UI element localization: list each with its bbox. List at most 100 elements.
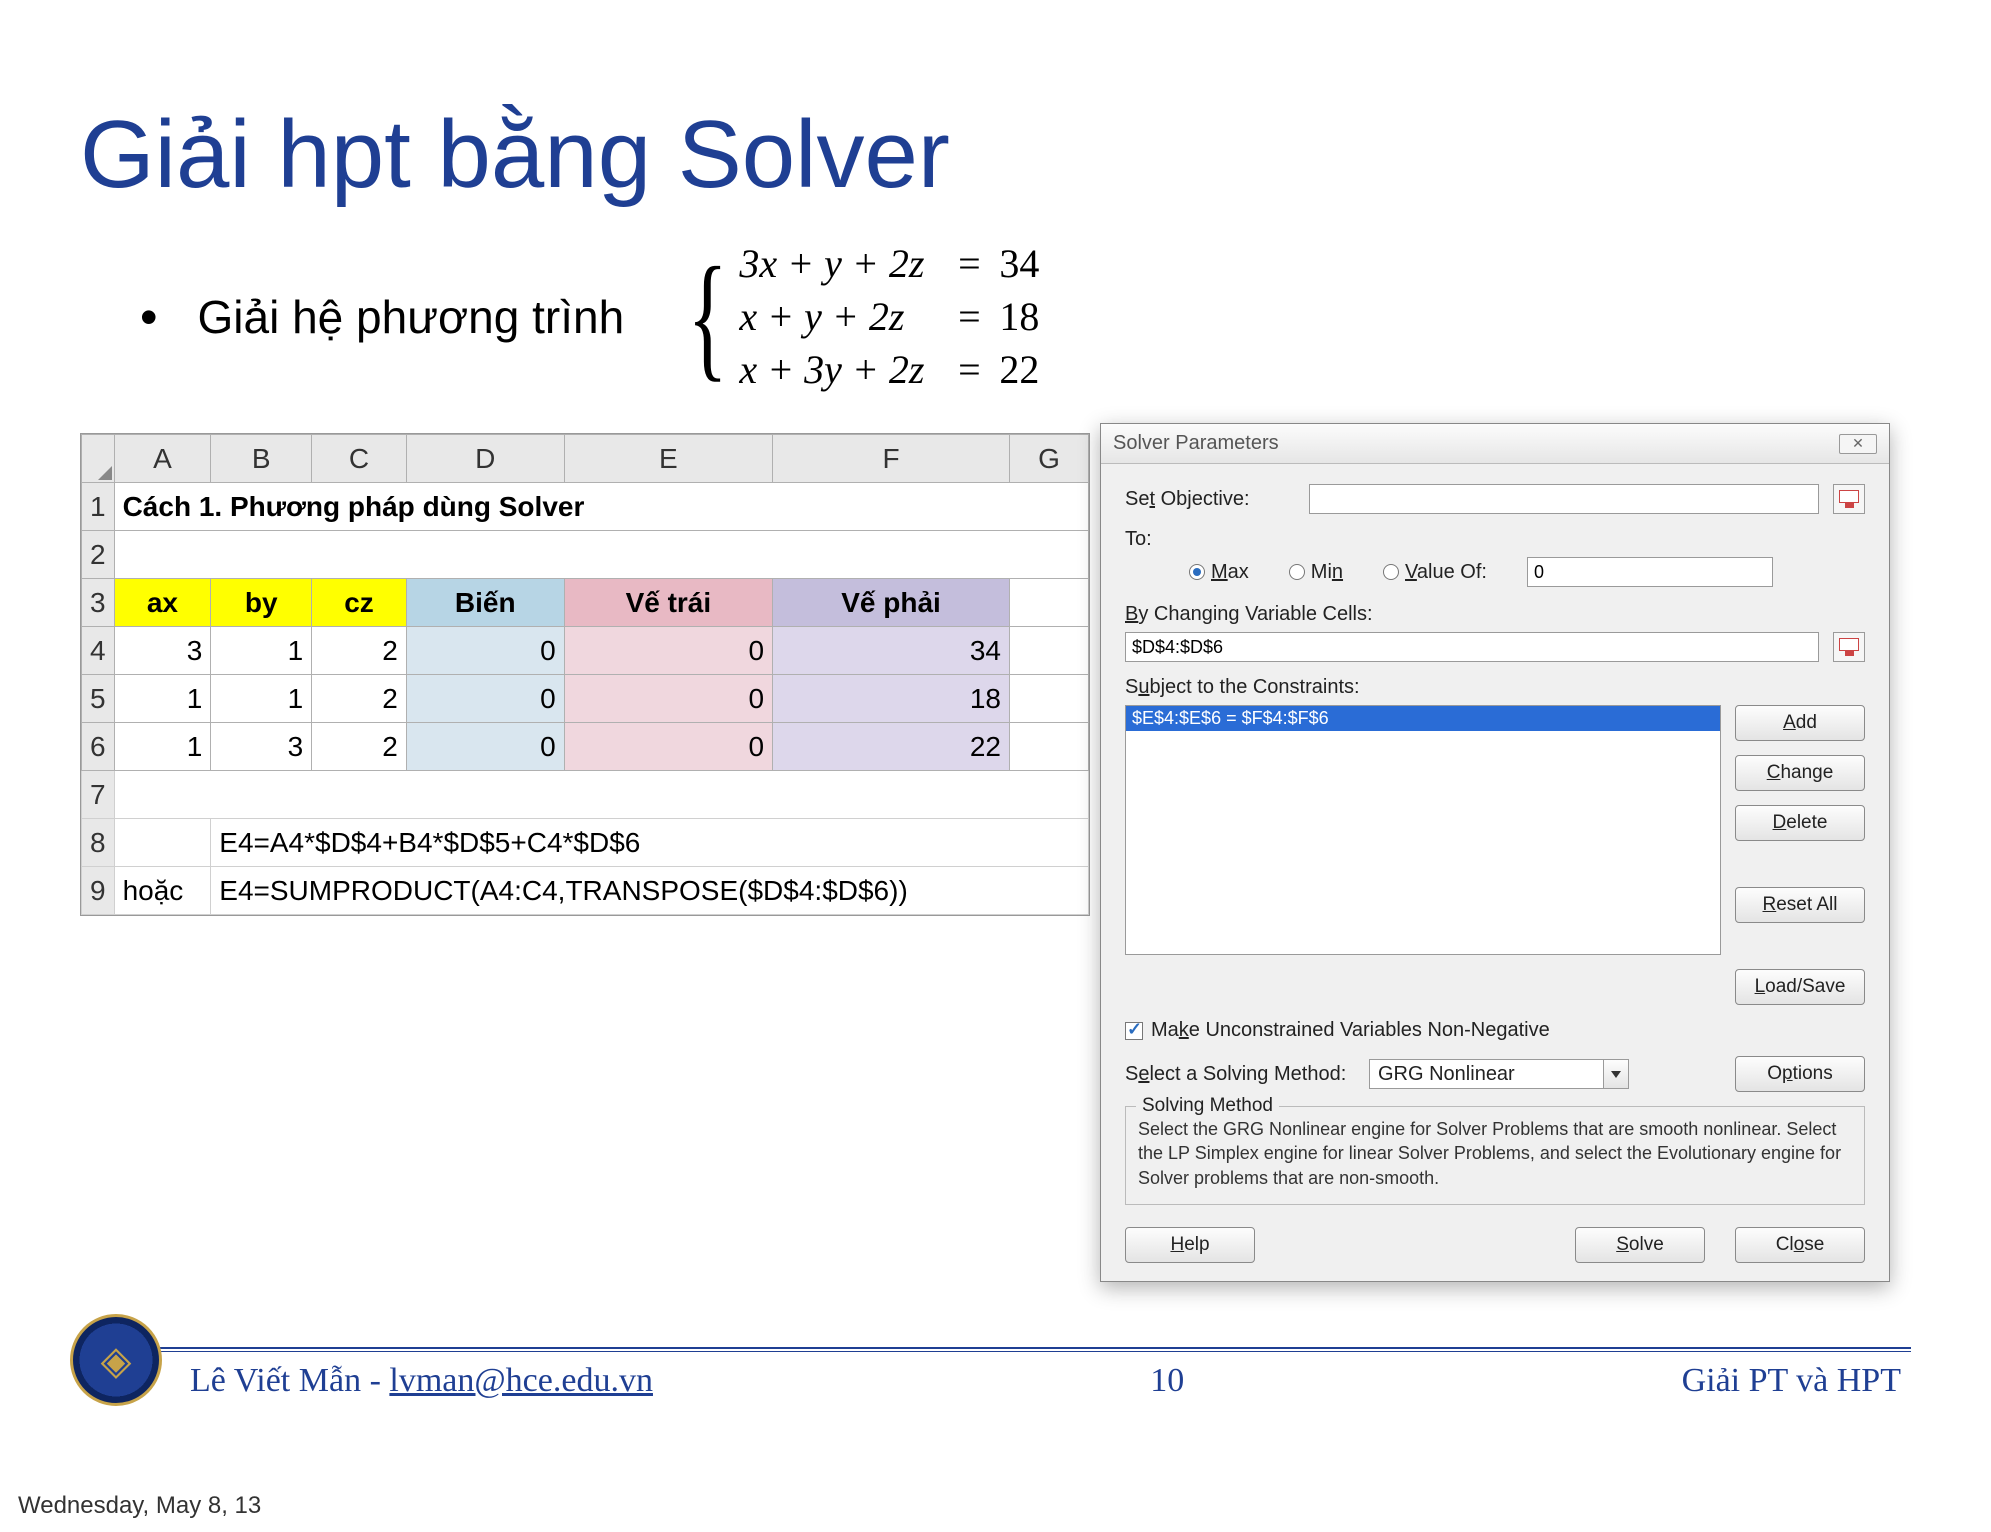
equation-line: 3x + y + 2z=34 <box>739 240 1059 287</box>
set-objective-input[interactable] <box>1309 484 1819 514</box>
header-bien[interactable]: Biến <box>406 579 564 627</box>
col-header[interactable]: E <box>564 435 772 483</box>
cell[interactable] <box>114 771 1088 819</box>
cell[interactable] <box>1010 579 1089 627</box>
range-select-icon[interactable] <box>1833 484 1865 514</box>
cell[interactable]: 1 <box>114 723 211 771</box>
to-label: To: <box>1125 528 1175 551</box>
radio-icon <box>1289 564 1305 580</box>
cell[interactable]: 2 <box>312 675 407 723</box>
nonneg-checkbox[interactable] <box>1125 1022 1143 1040</box>
load-save-button[interactable]: Load/Save <box>1735 969 1865 1005</box>
footer-right: Giải PT và HPT <box>1682 1362 1901 1400</box>
footer-email-link[interactable]: lvman@hce.edu.vn <box>389 1362 653 1399</box>
bullet-dot: • <box>140 288 158 346</box>
cell[interactable]: 2 <box>312 627 407 675</box>
cell[interactable]: 1 <box>211 675 312 723</box>
by-changing-label: By Changing Variable Cells: <box>1125 603 1865 626</box>
row-header[interactable]: 9 <box>82 867 115 915</box>
row-header[interactable]: 2 <box>82 531 115 579</box>
cell[interactable]: 1 <box>211 627 312 675</box>
cell[interactable] <box>1010 675 1089 723</box>
constraints-listbox[interactable]: $E$4:$E$6 = $F$4:$F$6 <box>1125 705 1721 955</box>
radio-valueof-label: Value Of: <box>1405 561 1487 584</box>
row-header[interactable]: 6 <box>82 723 115 771</box>
header-by[interactable]: by <box>211 579 312 627</box>
delete-button[interactable]: Delete <box>1735 805 1865 841</box>
formula-cell[interactable]: E4=A4*$D$4+B4*$D$5+C4*$D$6 <box>211 819 1089 867</box>
header-cz[interactable]: cz <box>312 579 407 627</box>
row-header[interactable]: 8 <box>82 819 115 867</box>
formula-cell[interactable]: E4=SUMPRODUCT(A4:C4,TRANSPOSE($D$4:$D$6)… <box>211 867 1089 915</box>
cell[interactable]: 0 <box>564 627 772 675</box>
constraint-item[interactable]: $E$4:$E$6 = $F$4:$F$6 <box>1126 706 1720 731</box>
close-icon[interactable]: ✕ <box>1839 434 1877 454</box>
col-header[interactable]: G <box>1010 435 1089 483</box>
slide-footer: ◈ Lê Viết Mẫn - lvman@hce.edu.vn 10 Giải… <box>80 1347 1911 1400</box>
radio-min-label: Min <box>1311 561 1343 584</box>
row-header[interactable]: 7 <box>82 771 115 819</box>
close-button[interactable]: Close <box>1735 1227 1865 1263</box>
radio-max[interactable]: Max <box>1189 561 1249 584</box>
cell[interactable]: 0 <box>406 723 564 771</box>
range-select-icon[interactable] <box>1833 632 1865 662</box>
cell[interactable]: Cách 1. Phương pháp dùng Solver <box>114 483 1088 531</box>
cell[interactable]: 0 <box>564 723 772 771</box>
select-method-label: Select a Solving Method: <box>1125 1063 1355 1086</box>
nonneg-label: Make Unconstrained Variables Non-Negativ… <box>1151 1019 1550 1042</box>
select-all-cell[interactable] <box>82 435 115 483</box>
cell[interactable]: 0 <box>406 675 564 723</box>
cell[interactable]: 1 <box>114 675 211 723</box>
col-header[interactable]: A <box>114 435 211 483</box>
solving-method-fieldset: Solving Method Select the GRG Nonlinear … <box>1125 1106 1865 1205</box>
cell[interactable]: 2 <box>312 723 407 771</box>
by-changing-input[interactable] <box>1125 632 1819 662</box>
cell[interactable]: 0 <box>406 627 564 675</box>
col-header[interactable]: B <box>211 435 312 483</box>
page-number: 10 <box>1150 1362 1184 1400</box>
value-of-input[interactable] <box>1527 557 1773 587</box>
equation-system: { 3x + y + 2z=34x + y + 2z=18x + 3y + 2z… <box>674 240 1059 393</box>
header-vetrai[interactable]: Vế trái <box>564 579 772 627</box>
radio-value-of[interactable]: Value Of: <box>1383 561 1487 584</box>
col-header[interactable]: D <box>406 435 564 483</box>
cell[interactable]: hoặc <box>114 867 211 915</box>
solving-method-combo[interactable]: GRG Nonlinear <box>1369 1059 1629 1089</box>
cell[interactable]: 22 <box>773 723 1010 771</box>
cell[interactable]: 3 <box>211 723 312 771</box>
excel-region: A B C D E F G 1 Cách 1. Phương pháp dùng… <box>80 433 1090 916</box>
options-button[interactable]: Options <box>1735 1056 1865 1092</box>
cell[interactable] <box>1010 627 1089 675</box>
reset-all-button[interactable]: Reset All <box>1735 887 1865 923</box>
chevron-down-icon <box>1611 1071 1621 1078</box>
equation-line: x + 3y + 2z=22 <box>739 346 1059 393</box>
row-header[interactable]: 1 <box>82 483 115 531</box>
change-button[interactable]: Change <box>1735 755 1865 791</box>
solve-button[interactable]: Solve <box>1575 1227 1705 1263</box>
cell[interactable]: 0 <box>564 675 772 723</box>
cell[interactable]: 34 <box>773 627 1010 675</box>
fieldset-text: Select the GRG Nonlinear engine for Solv… <box>1138 1117 1852 1190</box>
dialog-title-text: Solver Parameters <box>1113 432 1279 455</box>
cell[interactable] <box>1010 723 1089 771</box>
add-button[interactable]: Add <box>1735 705 1865 741</box>
radio-icon <box>1383 564 1399 580</box>
cell[interactable]: 3 <box>114 627 211 675</box>
cell[interactable] <box>114 531 1088 579</box>
brace-icon: { <box>688 254 728 380</box>
header-ax[interactable]: ax <box>114 579 211 627</box>
subject-label: Subject to the Constraints: <box>1125 676 1865 699</box>
bullet-row: • Giải hệ phương trình { 3x + y + 2z=34x… <box>140 240 1911 393</box>
row-header[interactable]: 5 <box>82 675 115 723</box>
cell[interactable]: 18 <box>773 675 1010 723</box>
dialog-titlebar[interactable]: Solver Parameters ✕ <box>1101 424 1889 464</box>
radio-min[interactable]: Min <box>1289 561 1343 584</box>
help-button[interactable]: Help <box>1125 1227 1255 1263</box>
header-vephai[interactable]: Vế phải <box>773 579 1010 627</box>
col-header[interactable]: F <box>773 435 1010 483</box>
row-header[interactable]: 3 <box>82 579 115 627</box>
col-header[interactable]: C <box>312 435 407 483</box>
row-header[interactable]: 4 <box>82 627 115 675</box>
cell[interactable] <box>114 819 211 867</box>
fieldset-legend: Solving Method <box>1136 1095 1279 1117</box>
